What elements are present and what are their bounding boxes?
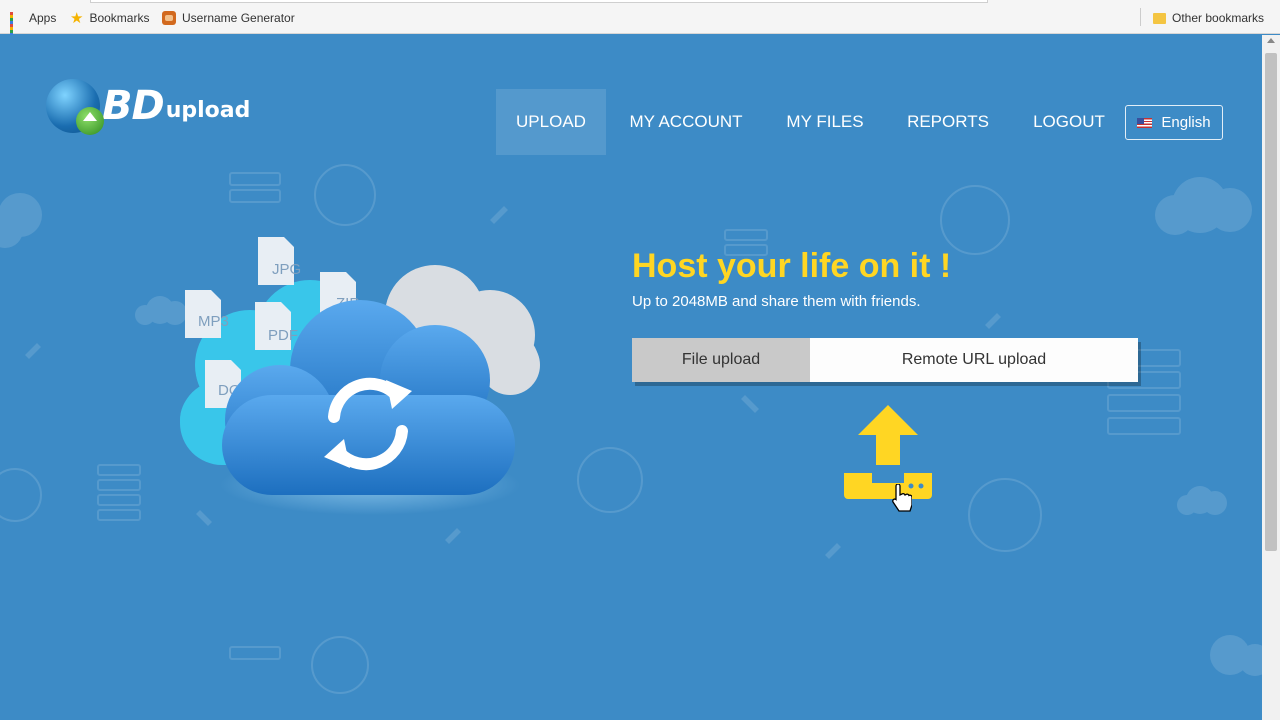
mp3-file-label: MP3: [198, 313, 229, 330]
upload-tabs: File upload Remote URL upload: [632, 338, 1138, 382]
logo-upload-text: upload: [165, 97, 251, 123]
logo-bd-text: BD: [102, 83, 165, 129]
bookmarks-label: Bookmarks: [89, 11, 150, 25]
upload-icon[interactable]: [838, 400, 938, 500]
nav-reports[interactable]: REPORTS: [896, 89, 1000, 155]
apps-label: Apps: [29, 11, 57, 25]
address-bar-edge[interactable]: [90, 0, 988, 3]
language-selector[interactable]: English: [1125, 105, 1223, 140]
language-label: English: [1161, 114, 1211, 131]
nav-my-files[interactable]: MY FILES: [772, 89, 878, 155]
bdupload-logo[interactable]: BD upload: [46, 79, 251, 135]
tab-file-upload[interactable]: File upload: [632, 338, 810, 382]
folder-icon: [1153, 12, 1166, 24]
jpg-file-label: JPG: [272, 261, 301, 278]
hero-title: Host your life on it !: [632, 247, 952, 285]
page-content: BD upload UPLOAD MY ACCOUNT MY FILES REP…: [0, 35, 1262, 720]
cloud-sync-illustration: JPG ZIP MP3 PDF DOC: [180, 237, 540, 515]
nav-upload[interactable]: UPLOAD: [496, 89, 606, 155]
username-generator-label: Username Generator: [182, 11, 295, 25]
globe-logo-icon: [46, 79, 104, 135]
bookmarks-folder[interactable]: ★ Bookmarks: [70, 9, 149, 27]
nav-logout[interactable]: LOGOUT: [1020, 89, 1118, 155]
username-generator-bookmark[interactable]: Username Generator: [162, 9, 295, 27]
tab-remote-url-upload[interactable]: Remote URL upload: [810, 338, 1138, 382]
fox-favicon-icon: [162, 11, 176, 25]
bookmarks-bar: Apps ★ Bookmarks Username Generator Othe…: [0, 0, 1280, 39]
page-scrollbar[interactable]: [1262, 35, 1280, 720]
us-flag-icon: [1137, 117, 1153, 128]
scroll-up-arrow-icon[interactable]: [1267, 38, 1275, 43]
hand-cursor-icon: [892, 484, 912, 512]
apps-bookmark[interactable]: Apps: [10, 9, 57, 39]
hero-subtitle: Up to 2048MB and share them with friends…: [632, 293, 921, 310]
scrollbar-thumb[interactable]: [1265, 53, 1277, 551]
nav-my-account[interactable]: MY ACCOUNT: [618, 89, 754, 155]
star-icon: ★: [70, 10, 84, 27]
other-bookmarks-label: Other bookmarks: [1172, 11, 1265, 25]
pdf-file-label: PDF: [268, 327, 298, 344]
apps-grid-icon: [10, 11, 23, 39]
other-bookmarks-folder[interactable]: Other bookmarks: [1153, 9, 1264, 27]
bookmarks-separator: [1140, 8, 1141, 26]
upload-arrow-badge-icon: [76, 107, 104, 135]
